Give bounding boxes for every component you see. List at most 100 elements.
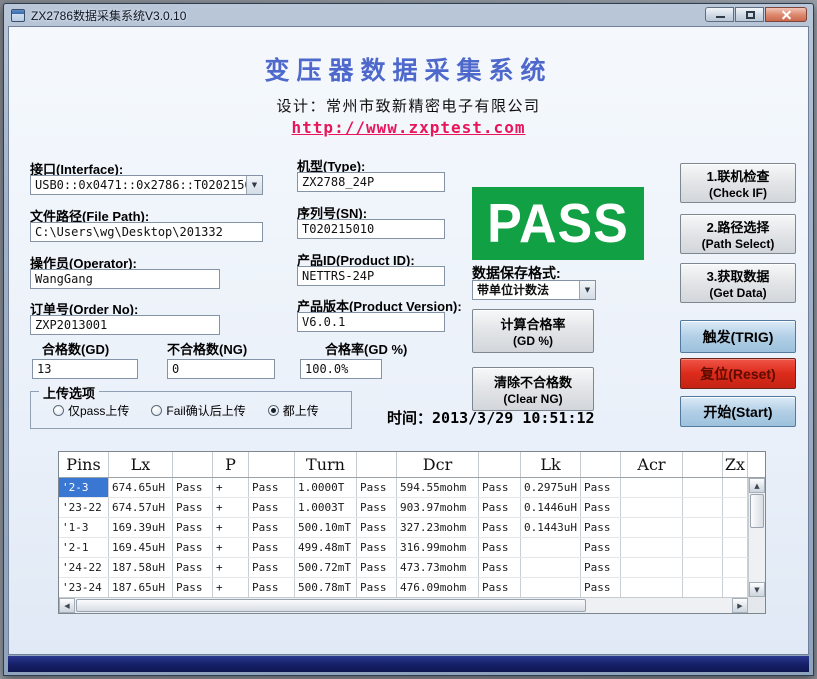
table-cell[interactable]: Pass [581, 578, 621, 597]
table-row[interactable]: '2-1169.45uHPass+Pass499.48mTPass316.99m… [59, 538, 748, 558]
table-cell[interactable] [621, 578, 683, 597]
table-cell[interactable] [723, 538, 748, 557]
table-cell[interactable]: Pass [357, 518, 397, 537]
table-cell[interactable]: Pass [479, 478, 521, 497]
table-cell[interactable] [723, 498, 748, 517]
table-cell[interactable]: Pass [479, 498, 521, 517]
table-cell[interactable]: Pass [479, 538, 521, 557]
table-cell[interactable]: '1-3 [59, 518, 109, 537]
reset-button[interactable]: 复位(Reset) [680, 358, 796, 389]
table-cell[interactable]: 594.55mohm [397, 478, 479, 497]
table-cell[interactable]: Pass [173, 498, 213, 517]
table-header-cell[interactable]: Lk [521, 452, 581, 477]
table-cell[interactable]: 674.65uH [109, 478, 173, 497]
save-format-select[interactable]: 带单位计数法 ▼ [472, 280, 596, 300]
table-row[interactable]: '2-3674.65uHPass+Pass1.0000TPass594.55mo… [59, 478, 748, 498]
table-cell[interactable] [621, 478, 683, 497]
table-cell[interactable] [683, 518, 723, 537]
table-cell[interactable]: + [213, 558, 249, 577]
table-cell[interactable]: 1.0000T [295, 478, 357, 497]
trig-button[interactable]: 触发(TRIG) [680, 320, 796, 353]
table-cell[interactable]: Pass [479, 578, 521, 597]
table-row[interactable]: '23-22674.57uHPass+Pass1.0003TPass903.97… [59, 498, 748, 518]
ng-count-field[interactable]: 0 [167, 359, 275, 379]
table-cell[interactable]: 500.10mT [295, 518, 357, 537]
table-row[interactable]: '24-22187.58uHPass+Pass500.72mTPass473.7… [59, 558, 748, 578]
operator-field[interactable]: WangGang [30, 269, 220, 289]
table-cell[interactable]: Pass [357, 578, 397, 597]
table-cell[interactable]: Pass [249, 578, 295, 597]
table-cell[interactable]: 476.09mohm [397, 578, 479, 597]
table-cell[interactable] [723, 518, 748, 537]
scroll-right-icon[interactable]: ▶ [732, 598, 748, 613]
table-cell[interactable] [683, 578, 723, 597]
calc-gd-button[interactable]: 计算合格率 (GD %) [472, 309, 594, 353]
table-cell[interactable]: '2-3 [59, 478, 109, 497]
table-cell[interactable]: '23-24 [59, 578, 109, 597]
sn-field[interactable]: T020215010 [297, 219, 445, 239]
table-cell[interactable]: Pass [173, 578, 213, 597]
table-cell[interactable]: 1.0003T [295, 498, 357, 517]
table-cell[interactable]: 0.1443uH [521, 518, 581, 537]
table-cell[interactable]: Pass [357, 538, 397, 557]
chevron-down-icon[interactable]: ▼ [579, 281, 595, 299]
table-cell[interactable] [621, 498, 683, 517]
table-cell[interactable]: 169.45uH [109, 538, 173, 557]
interface-select[interactable]: USB0::0x0471::0x2786::T020215010:: ▼ [30, 175, 263, 195]
table-cell[interactable] [521, 538, 581, 557]
table-cell[interactable]: Pass [249, 478, 295, 497]
table-cell[interactable]: Pass [249, 558, 295, 577]
table-cell[interactable] [683, 498, 723, 517]
table-cell[interactable]: 473.73mohm [397, 558, 479, 577]
table-cell[interactable]: 500.72mT [295, 558, 357, 577]
table-cell[interactable] [683, 478, 723, 497]
table-cell[interactable] [521, 558, 581, 577]
table-header-cell[interactable] [479, 452, 521, 477]
table-cell[interactable]: 674.57uH [109, 498, 173, 517]
table-cell[interactable]: Pass [249, 498, 295, 517]
horizontal-scroll-thumb[interactable] [76, 599, 586, 612]
table-cell[interactable] [621, 538, 683, 557]
product-id-field[interactable]: NETTRS-24P [297, 266, 445, 286]
table-cell[interactable]: 327.23mohm [397, 518, 479, 537]
table-cell[interactable]: Pass [249, 518, 295, 537]
horizontal-scrollbar[interactable]: ◀ ▶ [59, 597, 748, 613]
chevron-down-icon[interactable]: ▼ [246, 176, 262, 194]
table-header-cell[interactable]: Lx [109, 452, 173, 477]
table-cell[interactable]: 0.2975uH [521, 478, 581, 497]
table-cell[interactable] [683, 538, 723, 557]
table-header-cell[interactable] [173, 452, 213, 477]
table-header-cell[interactable]: P [213, 452, 249, 477]
upload-option-1[interactable]: 仅pass上传 [53, 402, 129, 419]
order-no-field[interactable]: ZXP2013001 [30, 315, 220, 335]
table-header-cell[interactable] [357, 452, 397, 477]
table-cell[interactable]: + [213, 578, 249, 597]
table-cell[interactable]: Pass [249, 538, 295, 557]
gd-count-field[interactable]: 13 [32, 359, 138, 379]
table-header-cell[interactable]: Dcr [397, 452, 479, 477]
table-cell[interactable]: Pass [357, 558, 397, 577]
table-header-cell[interactable] [683, 452, 723, 477]
table-cell[interactable]: 187.58uH [109, 558, 173, 577]
table-cell[interactable] [723, 478, 748, 497]
clear-ng-button[interactable]: 清除不合格数 (Clear NG) [472, 367, 594, 411]
table-cell[interactable] [723, 578, 748, 597]
table-cell[interactable]: 169.39uH [109, 518, 173, 537]
table-cell[interactable] [521, 578, 581, 597]
file-path-field[interactable]: C:\Users\wg\Desktop\201332 [30, 222, 263, 242]
table-header-cell[interactable]: Turn [295, 452, 357, 477]
scroll-down-icon[interactable]: ▼ [749, 582, 765, 597]
table-header-cell[interactable] [249, 452, 295, 477]
table-cell[interactable]: 903.97mohm [397, 498, 479, 517]
website-link[interactable]: http://www.zxptest.com [292, 118, 526, 137]
table-cell[interactable]: '23-22 [59, 498, 109, 517]
table-cell[interactable]: 0.1446uH [521, 498, 581, 517]
table-header-cell[interactable]: Pins [59, 452, 109, 477]
upload-option-3[interactable]: 都上传 [268, 402, 319, 419]
vertical-scrollbar[interactable]: ▲ ▼ [748, 478, 765, 597]
table-cell[interactable]: + [213, 478, 249, 497]
check-if-button[interactable]: 1.联机检查 (Check IF) [680, 163, 796, 203]
table-cell[interactable] [621, 518, 683, 537]
table-cell[interactable]: Pass [173, 518, 213, 537]
start-button[interactable]: 开始(Start) [680, 396, 796, 427]
